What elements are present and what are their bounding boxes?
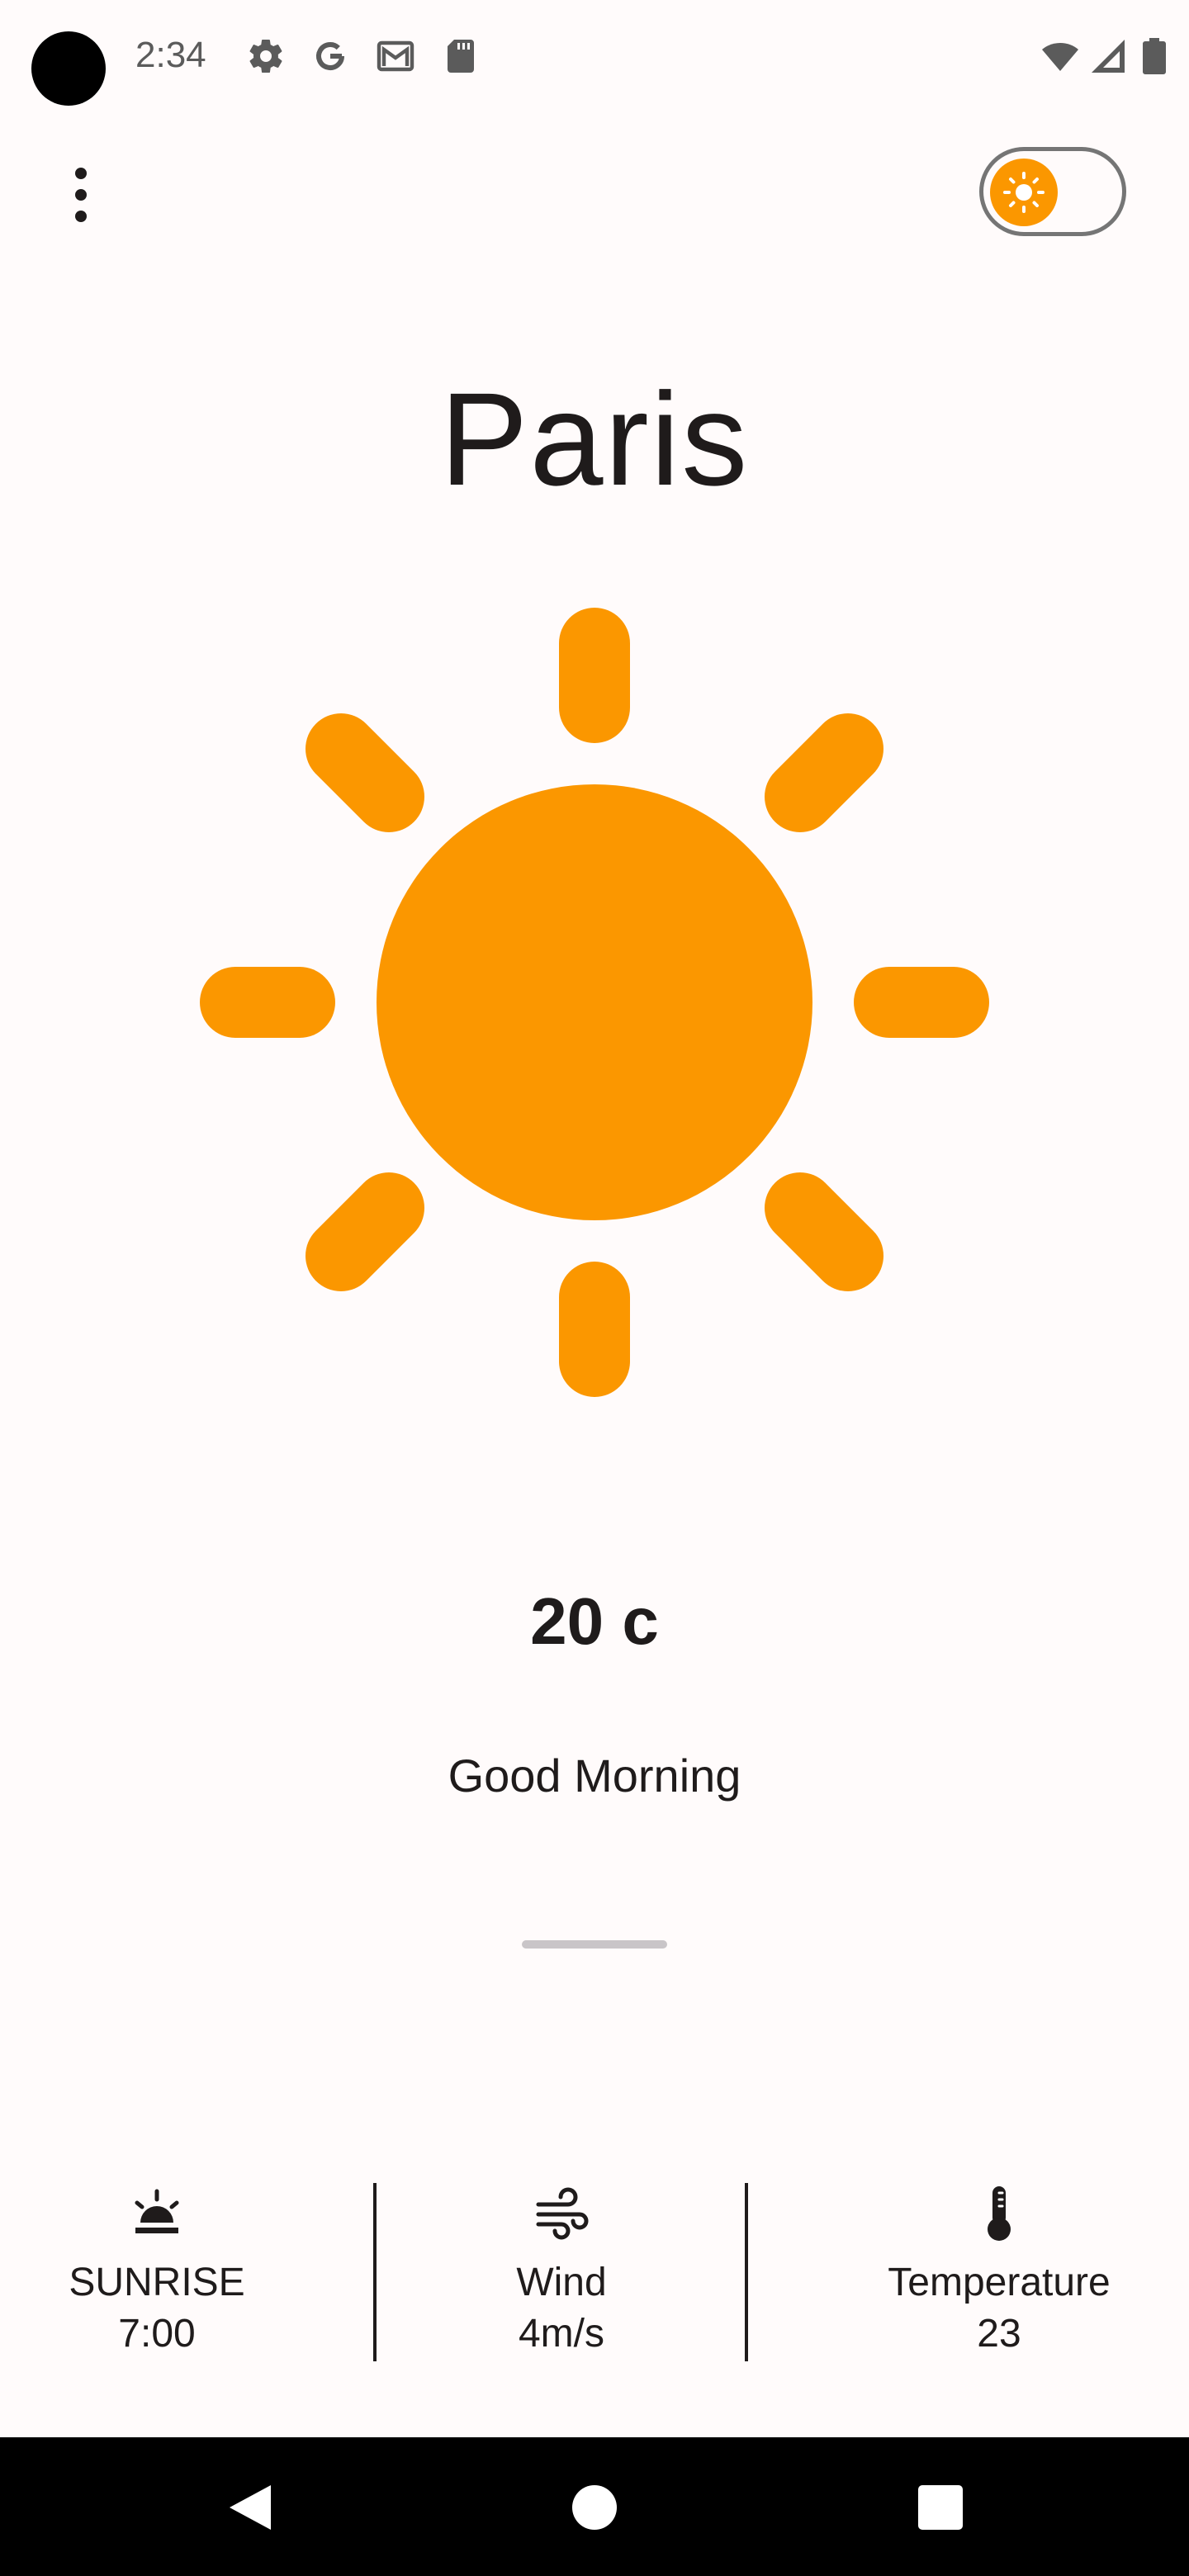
thermometer-icon xyxy=(988,2186,1011,2241)
gmail-icon xyxy=(377,40,414,72)
sunrise-icon xyxy=(135,2189,179,2233)
sunrise-value: 7:00 xyxy=(118,2312,196,2356)
temperature-value: 20 c xyxy=(530,1584,659,1658)
info-divider xyxy=(373,2183,377,2361)
battery-icon xyxy=(1143,38,1166,74)
drag-handle[interactable] xyxy=(522,1940,667,1949)
sunrise-info: SUNRISE 7:00 xyxy=(33,2180,281,2360)
greeting-text: Good Morning xyxy=(448,1750,741,1802)
wind-label: Wind xyxy=(516,2261,607,2304)
temperature-label: Temperature xyxy=(888,2261,1111,2304)
sun-icon xyxy=(200,608,989,1397)
google-icon xyxy=(316,42,344,70)
status-bar: 2:34 xyxy=(0,0,1189,116)
wind-icon xyxy=(536,2187,589,2240)
info-divider xyxy=(745,2183,748,2361)
home-icon[interactable] xyxy=(566,2479,623,2536)
more-vertical-icon[interactable] xyxy=(50,162,116,228)
toggle-thumb[interactable] xyxy=(990,159,1058,226)
wind-info: Wind 4m/s xyxy=(438,2180,685,2360)
temperature-info: Temperature 23 xyxy=(850,2180,1148,2360)
sunrise-label: SUNRISE xyxy=(69,2261,245,2304)
system-nav-bar xyxy=(0,2437,1189,2576)
sun-icon xyxy=(1003,172,1045,213)
status-time: 2:34 xyxy=(135,35,206,75)
back-icon[interactable] xyxy=(221,2479,279,2536)
wind-value: 4m/s xyxy=(518,2312,604,2356)
theme-toggle-switch[interactable] xyxy=(979,147,1126,236)
camera-cutout xyxy=(31,31,106,106)
city-title: Paris xyxy=(439,365,750,513)
weather-screen: 2:34 Paris 20 c Good Morning SUNRISE 7:0… xyxy=(0,0,1189,2576)
signal-icon xyxy=(1092,40,1125,73)
gear-icon xyxy=(249,40,282,73)
wifi-icon xyxy=(1042,43,1078,71)
temperature-info-value: 23 xyxy=(977,2312,1021,2356)
recents-icon[interactable] xyxy=(912,2479,969,2536)
sd-card-icon xyxy=(448,40,474,73)
